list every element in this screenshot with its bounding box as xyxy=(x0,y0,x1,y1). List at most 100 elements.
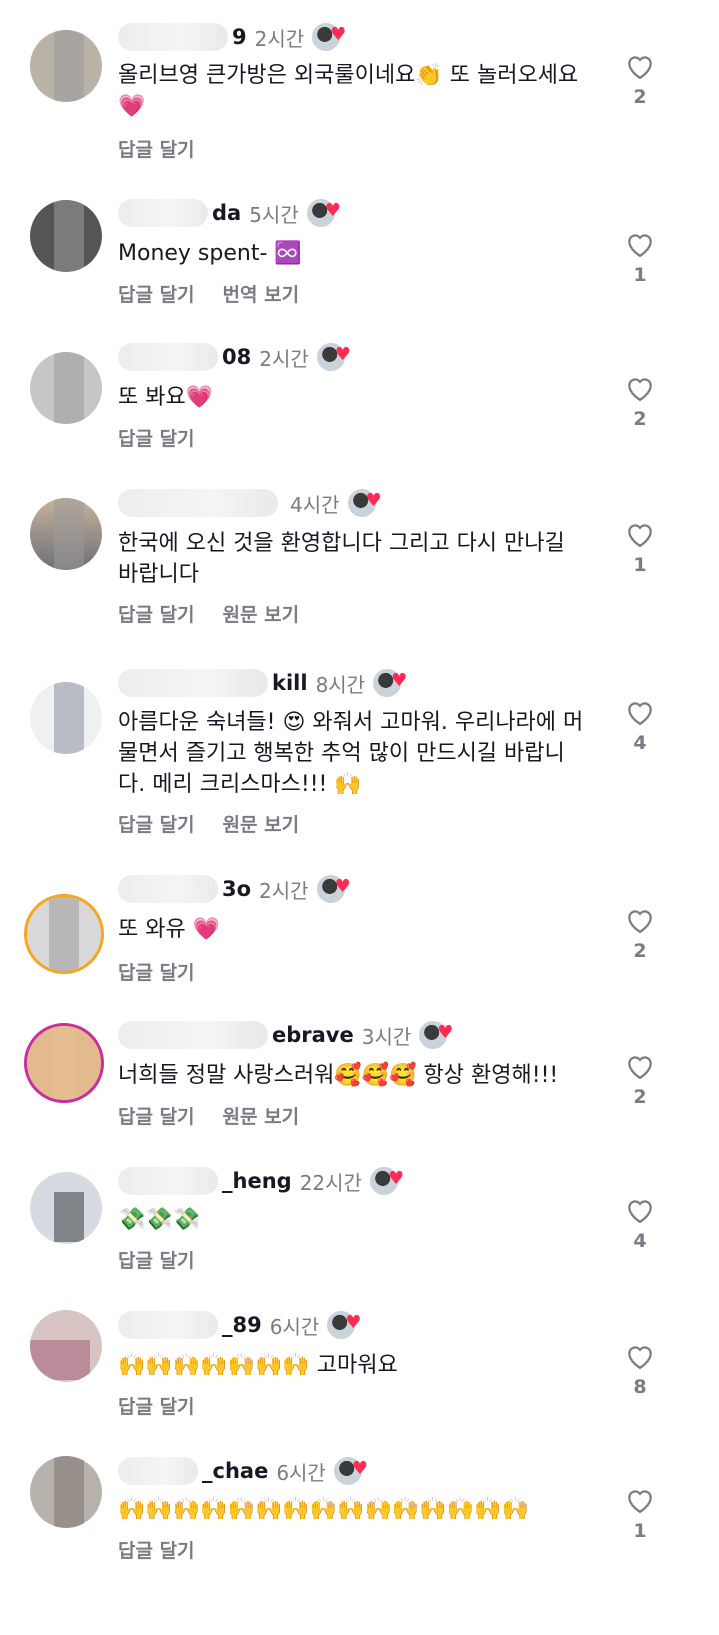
like-button[interactable]: 2 xyxy=(616,906,664,962)
username[interactable]: 08 xyxy=(222,345,251,369)
creator-liked-heart-icon: ♥ xyxy=(334,344,351,365)
reply-button[interactable]: 답글 달기 xyxy=(118,424,195,451)
username[interactable]: 3o xyxy=(222,877,251,901)
comment-actions: 답글 달기 xyxy=(118,135,195,162)
username[interactable]: _chae xyxy=(202,1459,268,1483)
like-button[interactable]: 2 xyxy=(616,1052,664,1108)
username[interactable]: _89 xyxy=(222,1313,262,1337)
creator-liked-badge: ♥ xyxy=(312,22,348,52)
heart-outline-icon[interactable] xyxy=(625,1196,655,1224)
heart-outline-icon[interactable] xyxy=(625,1486,655,1514)
comment-actions: 답글 달기 xyxy=(118,1246,195,1273)
avatar[interactable] xyxy=(24,894,104,974)
comment-header: kill 8시간 ♥ xyxy=(118,668,409,698)
username-mask xyxy=(118,489,278,517)
reply-button[interactable]: 답글 달기 xyxy=(118,958,195,985)
timestamp: 4시간 xyxy=(290,492,340,517)
timestamp: 2시간 xyxy=(259,346,309,371)
like-count: 1 xyxy=(633,264,647,286)
like-button[interactable]: 2 xyxy=(616,52,664,108)
reply-button[interactable]: 답글 달기 xyxy=(118,1536,195,1563)
comment-text: 🙌🙌🙌🙌🙌🙌🙌🙌🙌🙌🙌🙌🙌🙌🙌 xyxy=(118,1497,529,1522)
like-count: 1 xyxy=(633,554,647,576)
heart-outline-icon[interactable] xyxy=(625,374,655,402)
comment-text: 올리브영 큰가방은 외국룰이네요👏 또 놀러오세요💗 xyxy=(118,63,579,119)
avatar[interactable] xyxy=(30,498,102,570)
comment-header: _chae 6시간 ♥ xyxy=(118,1456,370,1486)
username-mask xyxy=(118,199,208,227)
view-original-button[interactable]: 원문 보기 xyxy=(223,810,300,837)
like-button[interactable]: 8 xyxy=(616,1342,664,1398)
translate-button[interactable]: 번역 보기 xyxy=(223,280,300,307)
comment-header: ebrave 3시간 ♥ xyxy=(118,1020,455,1050)
username[interactable]: 9 xyxy=(232,25,247,49)
heart-outline-icon[interactable] xyxy=(625,520,655,548)
timestamp: 2시간 xyxy=(259,878,309,903)
heart-outline-icon[interactable] xyxy=(625,698,655,726)
comment-actions: 답글 달기 xyxy=(118,1392,195,1419)
comment-actions: 답글 달기 번역 보기 xyxy=(118,280,299,307)
like-count: 4 xyxy=(633,732,647,754)
reply-button[interactable]: 답글 달기 xyxy=(118,1102,195,1129)
creator-liked-badge: ♥ xyxy=(333,1456,370,1486)
timestamp: 5시간 xyxy=(249,202,299,227)
reply-button[interactable]: 답글 달기 xyxy=(118,280,195,307)
comment-actions: 답글 달기 원문 보기 xyxy=(118,600,299,627)
comment-text: 🙌🙌🙌🙌🙌🙌🙌 고마워요 xyxy=(118,1353,398,1378)
avatar[interactable] xyxy=(30,1172,102,1244)
creator-liked-heart-icon: ♥ xyxy=(330,24,347,45)
avatar[interactable] xyxy=(30,200,102,272)
avatar[interactable] xyxy=(30,352,102,424)
comment-actions: 답글 달기 원문 보기 xyxy=(118,1102,299,1129)
comment-actions: 답글 달기 원문 보기 xyxy=(118,810,299,837)
view-original-button[interactable]: 원문 보기 xyxy=(223,1102,300,1129)
username-mask xyxy=(118,1167,218,1195)
comment-header: 9 2시간 ♥ xyxy=(118,22,348,52)
comment-text: 아름다운 숙녀들! 😍 와줘서 고마워. 우리나라에 머물면서 즐기고 행복한 … xyxy=(118,710,584,797)
heart-outline-icon[interactable] xyxy=(625,230,655,258)
creator-liked-heart-icon: ♥ xyxy=(365,490,382,511)
timestamp: 2시간 xyxy=(254,26,305,51)
reply-button[interactable]: 답글 달기 xyxy=(118,1392,195,1419)
timestamp: 22시간 xyxy=(299,1170,362,1195)
username[interactable]: kill xyxy=(272,671,308,695)
reply-button[interactable]: 답글 달기 xyxy=(118,135,195,162)
comment-text: Money spent- ♾️ xyxy=(118,241,302,266)
heart-outline-icon[interactable] xyxy=(625,1052,655,1080)
like-button[interactable]: 1 xyxy=(616,520,664,576)
creator-liked-badge: ♥ xyxy=(347,488,384,518)
like-count: 2 xyxy=(633,940,647,962)
creator-liked-badge: ♥ xyxy=(419,1020,455,1050)
heart-outline-icon[interactable] xyxy=(625,906,655,934)
like-count: 4 xyxy=(633,1230,647,1252)
comment-text: 💸💸💸 xyxy=(118,1207,201,1232)
like-button[interactable]: 1 xyxy=(616,1486,664,1542)
reply-button[interactable]: 답글 달기 xyxy=(118,600,195,627)
avatar[interactable] xyxy=(30,30,102,102)
timestamp: 6시간 xyxy=(276,1460,326,1485)
comment-actions: 답글 달기 xyxy=(118,1536,195,1563)
username[interactable]: ebrave xyxy=(272,1023,354,1047)
comment-header: 4시간 ♥ xyxy=(118,488,384,518)
comment-header: da 5시간 ♥ xyxy=(118,198,343,228)
creator-liked-heart-icon: ♥ xyxy=(437,1022,454,1043)
like-button[interactable]: 2 xyxy=(616,374,664,430)
avatar[interactable] xyxy=(30,1456,102,1528)
avatar[interactable] xyxy=(30,1310,102,1382)
comment-header: _89 6시간 ♥ xyxy=(118,1310,363,1340)
like-button[interactable]: 4 xyxy=(616,698,664,754)
reply-button[interactable]: 답글 달기 xyxy=(118,810,195,837)
reply-button[interactable]: 답글 달기 xyxy=(118,1246,195,1273)
like-button[interactable]: 1 xyxy=(616,230,664,286)
heart-outline-icon[interactable] xyxy=(625,1342,655,1370)
like-count: 2 xyxy=(633,86,647,108)
like-button[interactable]: 4 xyxy=(616,1196,664,1252)
username[interactable]: _heng xyxy=(222,1169,292,1193)
avatar[interactable] xyxy=(24,1023,104,1103)
heart-outline-icon[interactable] xyxy=(625,52,655,80)
creator-liked-heart-icon: ♥ xyxy=(391,670,408,691)
username-mask xyxy=(118,875,218,903)
view-original-button[interactable]: 원문 보기 xyxy=(223,600,300,627)
avatar[interactable] xyxy=(30,682,102,754)
username[interactable]: da xyxy=(212,201,241,225)
